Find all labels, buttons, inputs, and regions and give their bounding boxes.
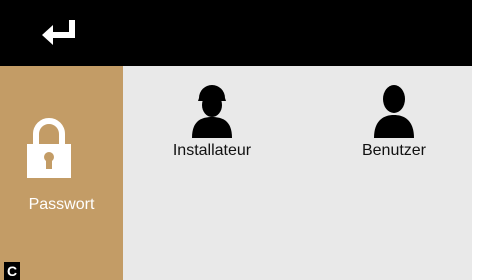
screen: Passwort Installateur Benutzer C xyxy=(0,0,472,280)
installer-tile[interactable]: Installateur xyxy=(142,84,282,174)
padlock-icon xyxy=(27,118,71,178)
back-button[interactable] xyxy=(34,13,84,53)
sidebar-item-label: Passwort xyxy=(28,196,95,213)
user-person-icon xyxy=(374,85,414,138)
corner-badge: C xyxy=(4,262,20,280)
installer-label: Installateur xyxy=(172,142,252,159)
return-arrow-icon xyxy=(42,20,75,45)
sidebar: Passwort xyxy=(0,66,123,280)
right-margin xyxy=(472,0,478,280)
user-tile[interactable]: Benutzer xyxy=(324,84,464,174)
sidebar-item-passwort[interactable]: Passwort xyxy=(0,106,123,226)
user-label: Benutzer xyxy=(361,142,427,159)
top-bar xyxy=(0,0,472,66)
installer-person-icon xyxy=(192,85,232,138)
